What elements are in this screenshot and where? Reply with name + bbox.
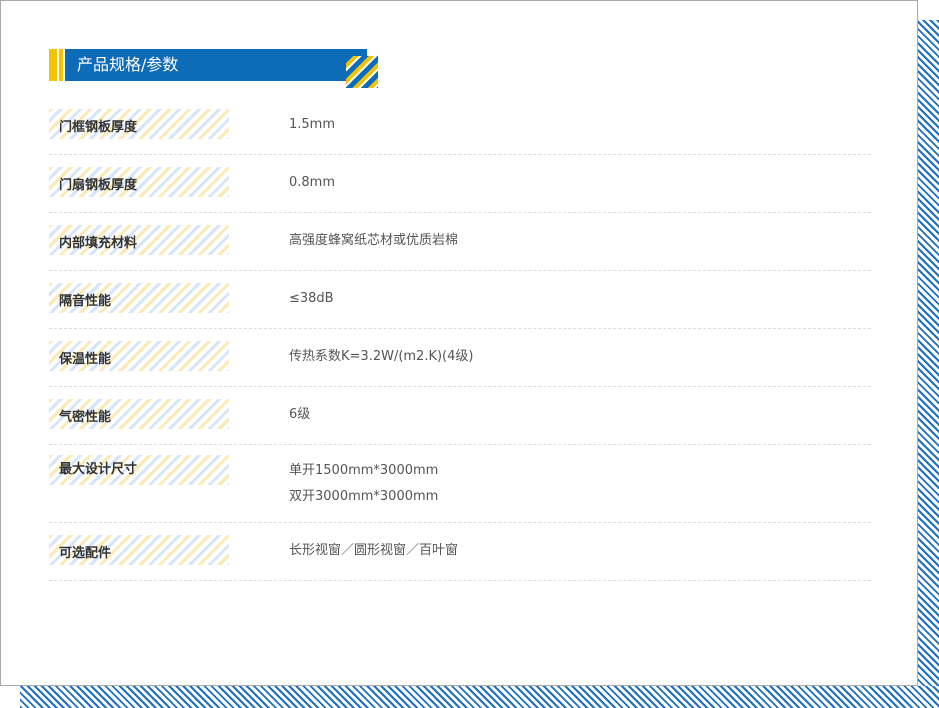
section-title: 产品规格/参数 — [65, 49, 367, 81]
spec-value-line: 双开3000mm*3000mm — [289, 489, 439, 504]
spec-label-box: 最大设计尺寸 — [49, 455, 229, 485]
spec-value: ≤38dB — [289, 291, 334, 306]
spec-row-frame-thickness: 门框钢板厚度 1.5mm — [49, 97, 871, 155]
spec-value: 传热系数K=3.2W/(m2.K)(4级) — [289, 349, 474, 364]
spec-value: 6级 — [289, 407, 311, 422]
spec-label: 门框钢板厚度 — [59, 120, 138, 135]
decorative-stripe-bottom — [20, 686, 939, 708]
spec-label-box: 门扇钢板厚度 — [49, 167, 229, 197]
spec-row-filling: 内部填充材料 高强度蜂窝纸芯材或优质岩棉 — [49, 213, 871, 271]
spec-label-box: 气密性能 — [49, 399, 229, 429]
decorative-stripe-right — [918, 20, 939, 688]
spec-row-sound-insulation: 隔音性能 ≤38dB — [49, 271, 871, 329]
spec-value: 长形视窗／圆形视窗／百叶窗 — [289, 543, 459, 558]
spec-value: 单开1500mm*3000mm 双开3000mm*3000mm — [289, 458, 438, 510]
spec-label-box: 可选配件 — [49, 535, 229, 565]
spec-label-box: 内部填充材料 — [49, 225, 229, 255]
spec-label: 内部填充材料 — [59, 236, 138, 251]
spec-table: 门框钢板厚度 1.5mm 门扇钢板厚度 0.8mm 内部填充材料 高强度蜂窝纸芯… — [49, 97, 871, 581]
spec-row-thermal: 保温性能 传热系数K=3.2W/(m2.K)(4级) — [49, 329, 871, 387]
spec-label: 气密性能 — [59, 410, 112, 425]
spec-row-leaf-thickness: 门扇钢板厚度 0.8mm — [49, 155, 871, 213]
spec-row-accessories: 可选配件 长形视窗／圆形视窗／百叶窗 — [49, 523, 871, 581]
spec-row-airtightness: 气密性能 6级 — [49, 387, 871, 445]
title-accent-bar — [49, 49, 57, 81]
title-accent-bar-thin — [59, 49, 63, 81]
spec-value-line: 单开1500mm*3000mm — [289, 463, 439, 478]
section-header: 产品规格/参数 — [49, 49, 379, 89]
spec-value: 1.5mm — [289, 117, 336, 132]
spec-label: 门扇钢板厚度 — [59, 178, 138, 193]
spec-label-box: 保温性能 — [49, 341, 229, 371]
spec-row-max-size: 最大设计尺寸 单开1500mm*3000mm 双开3000mm*3000mm — [49, 445, 871, 523]
spec-value: 0.8mm — [289, 175, 336, 190]
spec-value: 高强度蜂窝纸芯材或优质岩棉 — [289, 233, 459, 248]
spec-label: 最大设计尺寸 — [59, 462, 138, 477]
spec-label-box: 门框钢板厚度 — [49, 109, 229, 139]
spec-card: 产品规格/参数 门框钢板厚度 1.5mm 门扇钢板厚度 0.8mm 内部填充材料… — [0, 0, 918, 686]
spec-label: 保温性能 — [59, 352, 112, 367]
spec-label: 可选配件 — [59, 546, 112, 561]
spec-label-box: 隔音性能 — [49, 283, 229, 313]
title-stripe-ornament — [346, 56, 378, 88]
spec-label: 隔音性能 — [59, 294, 112, 309]
